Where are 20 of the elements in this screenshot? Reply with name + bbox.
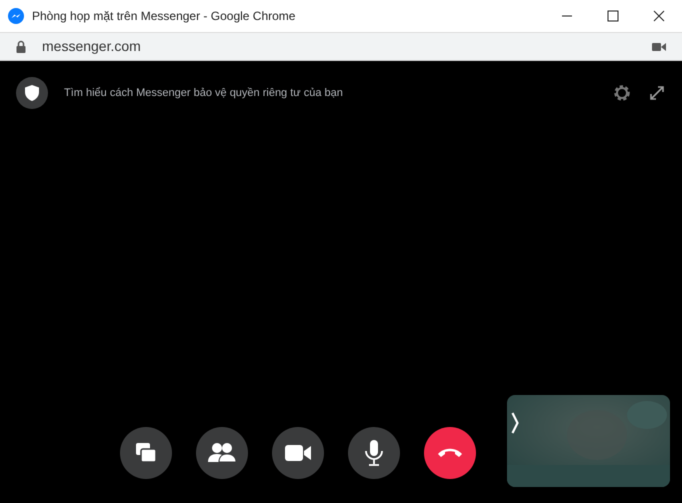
- hang-up-phone-icon: [437, 447, 463, 459]
- lock-icon: [16, 40, 26, 53]
- camera-icon[interactable]: [652, 42, 666, 52]
- end-call-button[interactable]: [424, 427, 476, 479]
- maximize-icon: [607, 10, 619, 22]
- video-button[interactable]: [272, 427, 324, 479]
- microphone-button[interactable]: [348, 427, 400, 479]
- window-title: Phòng họp mặt trên Messenger - Google Chrome: [32, 8, 296, 25]
- share-screen-button[interactable]: [120, 427, 172, 479]
- privacy-notice-link[interactable]: Tìm hiểu cách Messenger bảo vệ quyền riêng tư của bạn: [64, 84, 612, 102]
- shield-icon[interactable]: [16, 77, 48, 109]
- chevron-right-icon[interactable]: [511, 411, 519, 435]
- fullscreen-icon[interactable]: [648, 84, 666, 102]
- settings-icon[interactable]: [612, 83, 632, 103]
- messenger-logo-icon: [8, 8, 24, 24]
- people-icon: [207, 441, 237, 465]
- microphone-icon: [363, 439, 385, 467]
- close-icon: [653, 10, 665, 22]
- video-camera-icon: [284, 443, 312, 463]
- participants-button[interactable]: [196, 427, 248, 479]
